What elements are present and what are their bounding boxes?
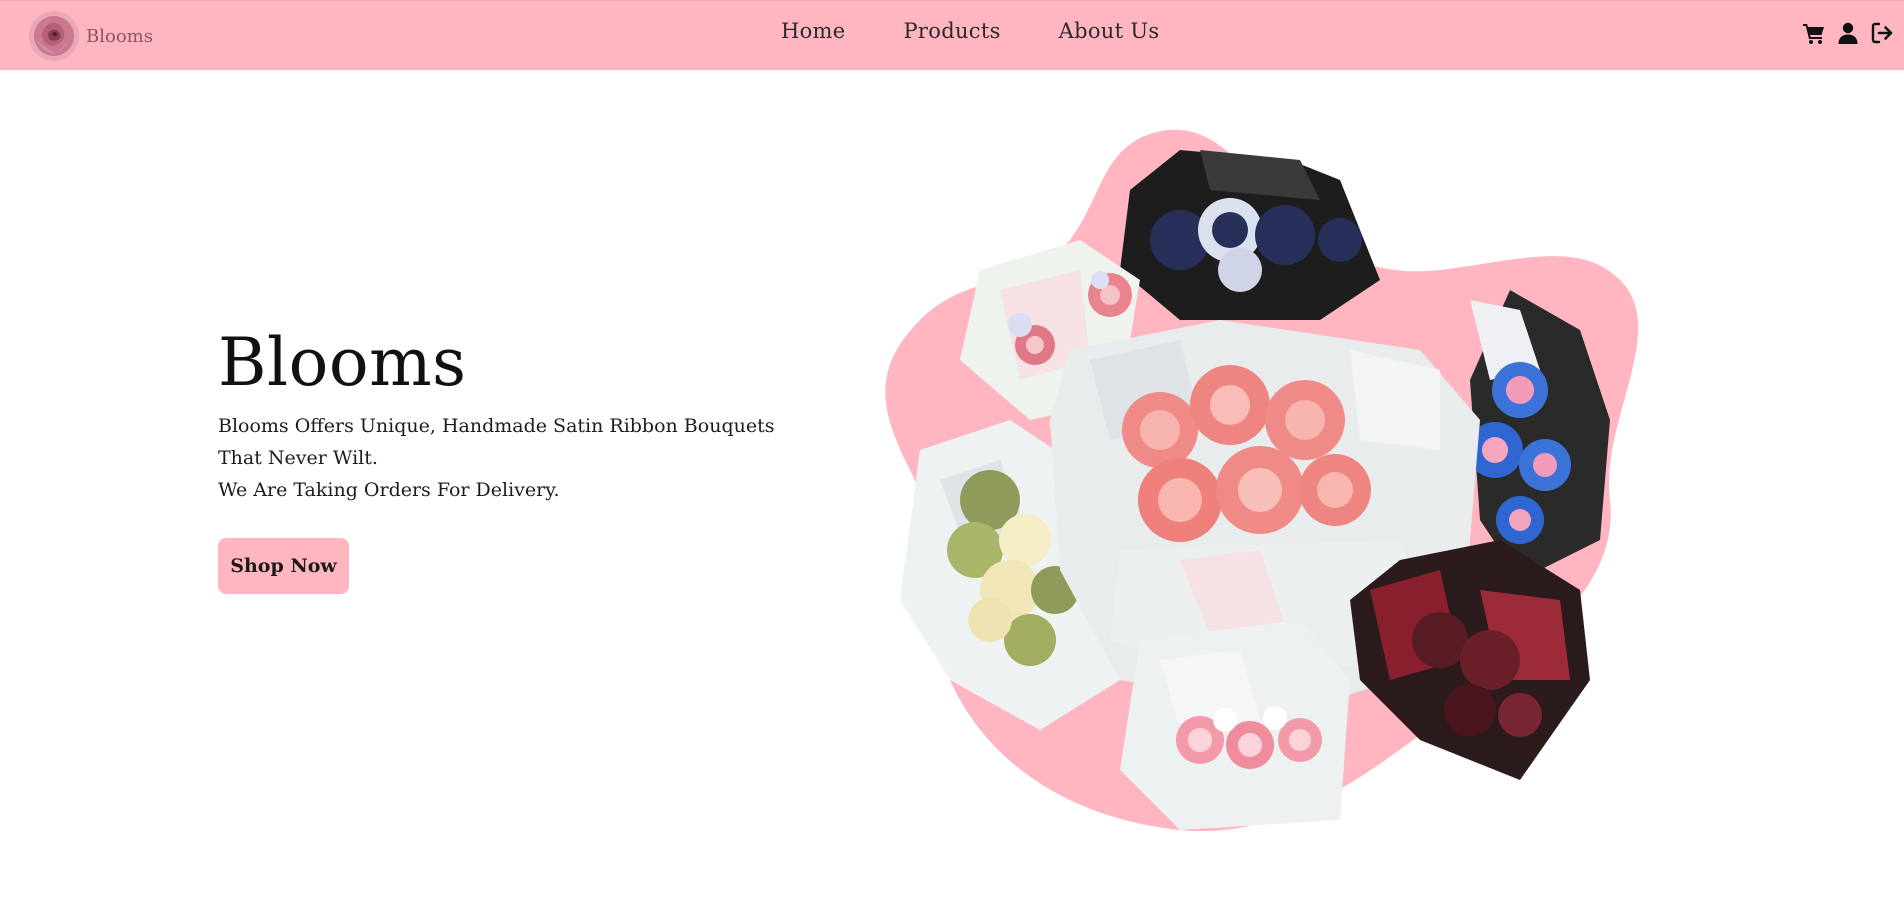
brand-logo-link[interactable]: Blooms — [28, 10, 153, 62]
nav-about-us-link[interactable]: About Us — [1059, 19, 1160, 43]
bouquet-collage-image — [885, 129, 1639, 832]
hero-title: Blooms — [218, 324, 467, 401]
brand-name: Blooms — [86, 25, 153, 47]
navbar: Blooms Home Products About Us — [0, 0, 1904, 70]
nav-home-link[interactable]: Home — [781, 19, 846, 43]
hero-image — [880, 120, 1720, 860]
shop-now-button[interactable]: Shop Now — [218, 538, 349, 594]
hero-description: Blooms Offers Unique, Handmade Satin Rib… — [218, 410, 818, 506]
rose-logo-icon — [29, 11, 79, 61]
white-pink-bouquet — [1120, 620, 1350, 830]
logout-icon[interactable] — [1870, 21, 1894, 45]
user-icon[interactable] — [1836, 21, 1860, 45]
nav-icon-group — [1802, 21, 1894, 45]
nav-products-link[interactable]: Products — [904, 19, 1001, 43]
main-nav: Home Products About Us — [781, 19, 1159, 43]
hero-section: Blooms Blooms Offers Unique, Handmade Sa… — [218, 330, 818, 594]
cart-icon[interactable] — [1802, 21, 1826, 45]
hero-description-line-2: We Are Taking Orders For Delivery. — [218, 479, 560, 501]
black-bouquet — [1120, 150, 1380, 320]
hero-description-line-1: Blooms Offers Unique, Handmade Satin Rib… — [218, 415, 775, 469]
